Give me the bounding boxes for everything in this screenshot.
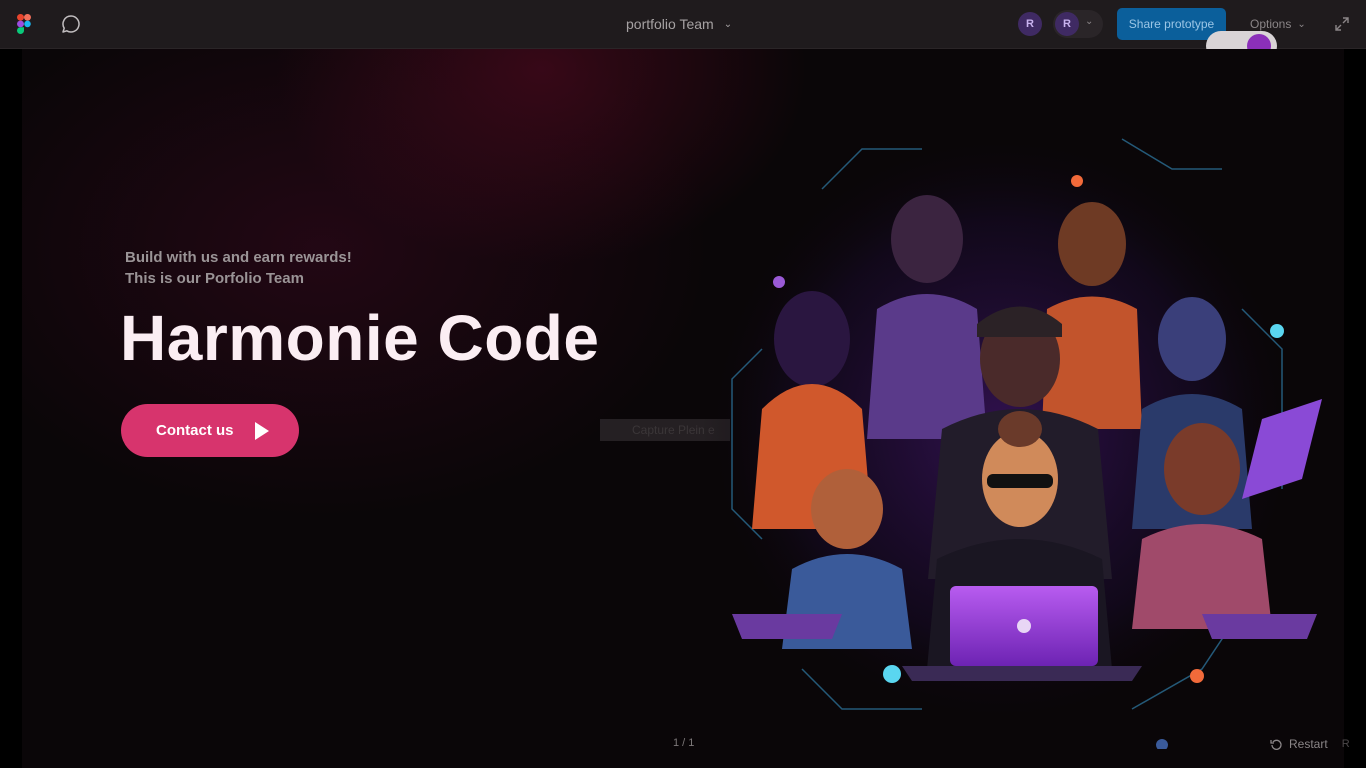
hero-tagline: Build with us and earn rewards! This is …	[125, 247, 352, 289]
avatar-initial: R	[1026, 18, 1034, 30]
restart-icon	[1270, 739, 1282, 750]
team-illustration	[702, 129, 1322, 749]
file-title: portfolio Team	[626, 16, 714, 32]
contact-us-label: Contact us	[156, 422, 234, 439]
restart-button[interactable]: Restart R	[1270, 737, 1350, 751]
chevron-down-icon: ⌄	[1297, 18, 1306, 30]
chevron-down-icon[interactable]: ⌄	[1085, 16, 1093, 27]
prototype-toolbar: portfolio Team ⌄ R R ⌄ Share prototype O…	[0, 0, 1366, 49]
file-title-menu[interactable]: portfolio Team ⌄	[626, 16, 732, 32]
prototype-canvas: Build with us and earn rewards! This is …	[22, 49, 1344, 768]
tagline-line-2: This is our Porfolio Team	[125, 270, 304, 287]
avatar-initial: R	[1063, 18, 1071, 30]
avatar[interactable]: R	[1055, 12, 1079, 36]
play-icon	[254, 421, 269, 440]
hero-title: Harmonie Code	[120, 302, 600, 374]
restart-shortcut: R	[1341, 738, 1350, 750]
restart-label: Restart	[1289, 737, 1328, 751]
page-count: 1 / 1	[673, 737, 695, 749]
expand-icon[interactable]	[1334, 16, 1350, 32]
contact-us-button[interactable]: Contact us	[121, 404, 299, 457]
chevron-down-icon: ⌄	[723, 18, 733, 30]
options-menu[interactable]: Options ⌄	[1250, 17, 1306, 31]
comment-icon[interactable]	[60, 13, 82, 35]
tagline-line-1: Build with us and earn rewards!	[125, 249, 352, 266]
options-label: Options	[1250, 17, 1292, 31]
avatar[interactable]: R	[1018, 12, 1042, 36]
figma-logo-icon[interactable]	[17, 14, 31, 34]
